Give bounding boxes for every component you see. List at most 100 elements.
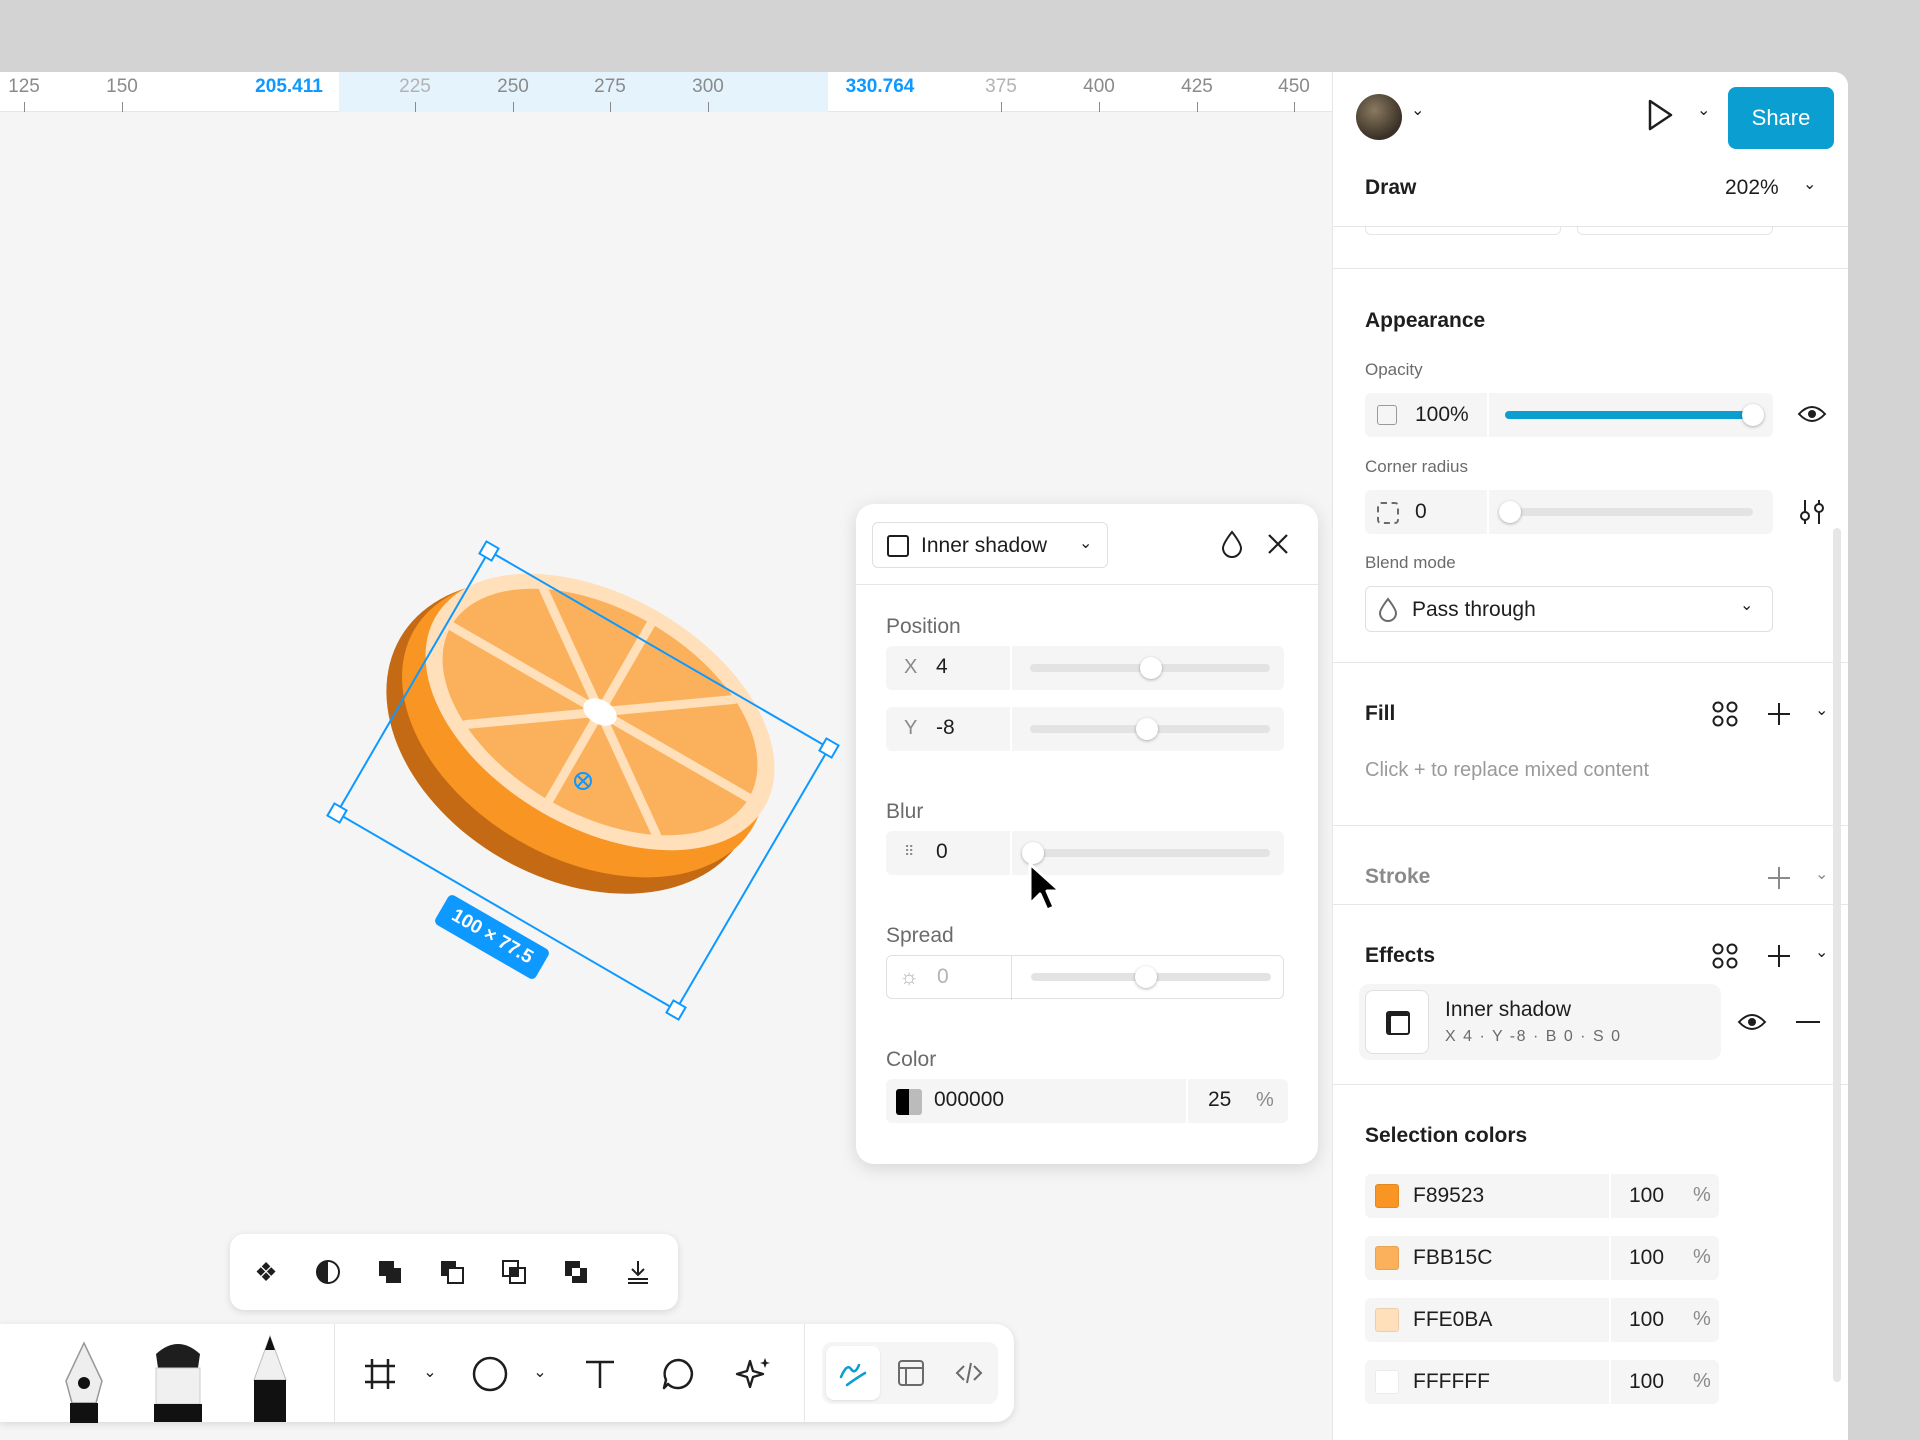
- mask-icon[interactable]: [312, 1256, 344, 1288]
- x-slider-knob[interactable]: [1140, 657, 1162, 679]
- selection-color-row[interactable]: FFFFFF 100 %: [1365, 1360, 1719, 1404]
- add-effect-plus-icon[interactable]: [1765, 942, 1793, 970]
- spread-field[interactable]: ☼ 0: [886, 955, 1284, 1000]
- blur-field[interactable]: ⠿ 0: [886, 831, 1284, 875]
- opacity-slider-knob[interactable]: [1742, 404, 1764, 426]
- color-opacity[interactable]: 100: [1629, 1308, 1664, 1332]
- selection-color-row[interactable]: FBB15C 100 %: [1365, 1236, 1719, 1280]
- dev-mode-code-icon[interactable]: [942, 1346, 996, 1400]
- color-swatch[interactable]: [1375, 1184, 1399, 1208]
- corner-radius-field[interactable]: 0: [1365, 490, 1487, 534]
- corner-radius-slider-knob[interactable]: [1499, 501, 1521, 523]
- zoom-level[interactable]: 202%: [1725, 176, 1779, 200]
- chevron-down-icon[interactable]: ⌄: [1697, 100, 1710, 120]
- color-swatch[interactable]: [1375, 1246, 1399, 1270]
- blur-value[interactable]: 0: [936, 840, 948, 864]
- exclude-icon[interactable]: [560, 1256, 592, 1288]
- ruler-tick-label: 150: [106, 76, 138, 97]
- styles-grid-icon[interactable]: [1711, 700, 1739, 728]
- field-separator: [1011, 956, 1012, 1000]
- subtract-icon[interactable]: [436, 1256, 468, 1288]
- color-swatch[interactable]: [1375, 1308, 1399, 1332]
- color-opacity[interactable]: 25: [1208, 1088, 1231, 1112]
- add-fill-plus-icon[interactable]: [1765, 700, 1793, 728]
- color-hex[interactable]: F89523: [1413, 1184, 1484, 1208]
- ruler-tick-label: 425: [1181, 76, 1213, 97]
- chevron-down-icon[interactable]: ⌄: [1815, 700, 1828, 720]
- frame-tool-icon[interactable]: [360, 1354, 400, 1394]
- opacity-icon: [1377, 405, 1397, 425]
- avatar[interactable]: [1356, 94, 1402, 140]
- y-slider-knob[interactable]: [1136, 718, 1158, 740]
- present-play-icon[interactable]: [1645, 98, 1675, 132]
- color-hex[interactable]: 000000: [934, 1088, 1004, 1112]
- color-hex[interactable]: FFFFFF: [1413, 1370, 1490, 1394]
- chevron-down-icon[interactable]: ⌄: [1815, 864, 1828, 884]
- union-icon[interactable]: [374, 1256, 406, 1288]
- close-icon[interactable]: [1266, 532, 1290, 556]
- draw-mode-icon[interactable]: [826, 1346, 880, 1400]
- pencil-tool-icon[interactable]: [240, 1334, 300, 1422]
- ellipse-tool-icon[interactable]: [470, 1354, 510, 1394]
- flatten-icon[interactable]: [622, 1256, 654, 1288]
- design-mode-icon[interactable]: [884, 1346, 938, 1400]
- panel-divider: [1333, 662, 1848, 663]
- ruler-tick: [1197, 102, 1198, 112]
- component-icon[interactable]: ❖: [250, 1256, 282, 1288]
- chevron-down-icon[interactable]: ⌄: [1803, 174, 1816, 194]
- effect-type-dropdown[interactable]: Inner shadow ⌄: [872, 522, 1108, 568]
- remove-effect-minus-icon[interactable]: [1795, 1020, 1821, 1024]
- color-swatch[interactable]: [896, 1089, 922, 1115]
- opacity-field[interactable]: 100%: [1365, 393, 1487, 437]
- color-swatch[interactable]: [1375, 1370, 1399, 1394]
- add-stroke-plus-icon[interactable]: [1765, 864, 1793, 892]
- eye-icon[interactable]: [1737, 1010, 1767, 1034]
- blend-mode-dropdown[interactable]: Pass through ⌄: [1365, 586, 1773, 632]
- eye-icon[interactable]: [1797, 402, 1827, 426]
- text-tool-icon[interactable]: [580, 1354, 620, 1394]
- spread-value[interactable]: 0: [937, 965, 949, 989]
- ruler-tick: [610, 102, 611, 112]
- panel-divider: [1333, 825, 1848, 826]
- chevron-down-icon[interactable]: ⌄: [1411, 100, 1424, 120]
- styles-grid-icon[interactable]: [1711, 942, 1739, 970]
- brush-tool-icon[interactable]: [146, 1334, 210, 1422]
- intersect-icon[interactable]: [498, 1256, 530, 1288]
- spread-slider-knob[interactable]: [1135, 966, 1157, 988]
- mouse-cursor-icon: [1028, 862, 1062, 912]
- y-offset-field[interactable]: Y -8: [886, 707, 1284, 751]
- selection-color-row[interactable]: FFE0BA 100 %: [1365, 1298, 1719, 1342]
- effect-settings-button[interactable]: [1365, 990, 1429, 1054]
- panel-scrollbar[interactable]: [1833, 528, 1841, 1382]
- share-button[interactable]: Share: [1728, 87, 1834, 149]
- x-value[interactable]: 4: [936, 655, 948, 679]
- pen-tool-icon[interactable]: [54, 1341, 114, 1423]
- corner-radius-slider[interactable]: [1489, 490, 1773, 534]
- color-hex[interactable]: FBB15C: [1413, 1246, 1492, 1270]
- shadow-color-field[interactable]: 000000 25 %: [886, 1079, 1288, 1123]
- blend-mode-drop-icon[interactable]: [1220, 530, 1244, 558]
- x-offset-field[interactable]: X 4: [886, 646, 1284, 690]
- opacity-slider[interactable]: [1489, 393, 1773, 437]
- color-opacity[interactable]: 100: [1629, 1246, 1664, 1270]
- color-opacity[interactable]: 100: [1629, 1370, 1664, 1394]
- corner-radius-slider-track[interactable]: [1505, 508, 1753, 516]
- comment-tool-icon[interactable]: [658, 1354, 698, 1394]
- corner-radius-value[interactable]: 0: [1415, 500, 1427, 524]
- panel-divider: [1333, 1084, 1848, 1085]
- ruler-tick-label: 300: [692, 76, 724, 97]
- hex-field[interactable]: [1365, 1174, 1609, 1218]
- opacity-value[interactable]: 100%: [1415, 403, 1469, 427]
- blur-slider-track[interactable]: [1030, 849, 1270, 857]
- ai-sparkle-icon[interactable]: [734, 1354, 774, 1394]
- color-opacity[interactable]: 100: [1629, 1184, 1664, 1208]
- effect-item-inner-shadow[interactable]: Inner shadow X 4 · Y -8 · B 0 · S 0: [1359, 984, 1721, 1060]
- effect-type-label: Inner shadow: [921, 534, 1048, 557]
- selection-color-row[interactable]: F89523 100 %: [1365, 1174, 1719, 1218]
- color-hex[interactable]: FFE0BA: [1413, 1308, 1492, 1332]
- y-value[interactable]: -8: [936, 716, 955, 740]
- chevron-down-icon[interactable]: ⌄: [530, 1360, 550, 1384]
- independent-corners-icon[interactable]: [1799, 498, 1825, 526]
- chevron-down-icon[interactable]: ⌄: [420, 1360, 440, 1384]
- chevron-down-icon[interactable]: ⌄: [1815, 942, 1828, 962]
